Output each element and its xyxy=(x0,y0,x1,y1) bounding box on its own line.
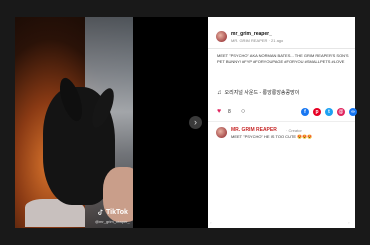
post-username[interactable]: mr_grim_reaper_ xyxy=(231,31,272,37)
comment-time: · Creator xyxy=(286,128,302,133)
post-header: mr_grim_reaper_ MR. GRIM REAPER · 21 ago xyxy=(208,17,355,49)
comment-icon[interactable]: ○ xyxy=(241,108,245,115)
link-share-icon[interactable]: ∞ xyxy=(349,108,357,116)
tiktok-label: TikTok xyxy=(106,209,128,216)
like-count: 8 xyxy=(228,109,231,115)
panel-footer: ▫ ▫ xyxy=(208,220,355,228)
tiktok-icon xyxy=(98,209,103,215)
divider xyxy=(208,121,355,122)
comment-author[interactable]: MR. GRIM REAPER xyxy=(231,127,277,133)
pinterest-share-icon[interactable]: p xyxy=(313,108,321,116)
post-caption: MEET "PSYCHO" AKA NORMAN BATES... THE GR… xyxy=(217,53,349,64)
post-details-panel: mr_grim_reaper_ MR. GRIM REAPER · 21 ago… xyxy=(208,17,357,228)
comment-text: MEET "PSYCHO" HE IS TOO CUTE 😍😍😍 xyxy=(231,134,313,139)
corner-mark: ▫ xyxy=(210,220,212,225)
avatar[interactable] xyxy=(216,31,227,42)
comment-avatar[interactable] xyxy=(216,127,227,138)
tiktok-watermark: TikTok xyxy=(98,209,128,216)
post-music[interactable]: ♫ 오리지널 사운드 - 롱앙롱앙송콩망이 xyxy=(217,89,299,96)
heart-icon[interactable]: ♥ xyxy=(217,108,221,115)
twitter-share-icon[interactable]: t xyxy=(325,108,333,116)
post-media[interactable]: TikTok @mr_grim_reaper_ xyxy=(15,17,208,228)
music-note-icon: ♫ xyxy=(217,90,222,96)
video-frame[interactable] xyxy=(15,17,143,228)
email-share-icon[interactable]: @ xyxy=(337,108,345,116)
facebook-share-icon[interactable]: f xyxy=(301,108,309,116)
corner-mark: ▫ xyxy=(348,220,350,225)
post-actions: ♥ 8 ○ f p t @ ∞ xyxy=(217,108,357,118)
post-meta: MR. GRIM REAPER · 21 ago xyxy=(231,38,284,43)
music-title: 오리지널 사운드 - 롱앙롱앙송콩망이 xyxy=(224,90,300,96)
tiktok-watermark-user: @mr_grim_reaper_ xyxy=(95,219,130,224)
next-arrow-button[interactable]: › xyxy=(189,116,202,129)
